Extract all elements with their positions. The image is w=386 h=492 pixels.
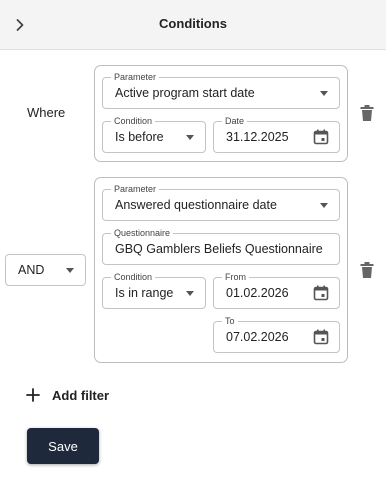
page-title: Conditions — [159, 16, 227, 31]
questionnaire-field[interactable]: Questionnaire GBQ Gamblers Beliefs Quest… — [102, 228, 340, 265]
from-date-field[interactable]: From 01.02.2026 — [213, 272, 340, 309]
dropdown-arrow-icon — [186, 291, 194, 296]
calendar-icon[interactable] — [312, 128, 330, 146]
condition-value: Is in range — [115, 286, 174, 300]
save-button[interactable]: Save — [27, 428, 99, 464]
date-value: 31.12.2025 — [226, 130, 289, 144]
condition-value: Is before — [115, 130, 164, 144]
delete-filter-1-icon[interactable] — [359, 104, 375, 122]
calendar-icon[interactable] — [312, 328, 330, 346]
where-label: Where — [27, 105, 66, 120]
parameter-select-1[interactable]: Parameter Active program start date — [102, 72, 340, 109]
operator-select[interactable]: AND — [5, 254, 86, 286]
add-filter-button[interactable]: Add filter — [25, 384, 109, 406]
filter-group-2: Parameter Answered questionnaire date Qu… — [94, 177, 348, 363]
conditions-header: Conditions — [0, 0, 386, 50]
add-filter-label: Add filter — [52, 387, 110, 403]
from-date-value: 01.02.2026 — [226, 286, 289, 300]
operator-value: AND — [18, 263, 45, 277]
parameter-select-2[interactable]: Parameter Answered questionnaire date — [102, 184, 340, 221]
parameter-value: Answered questionnaire date — [115, 198, 277, 212]
parameter-value: Active program start date — [115, 86, 255, 100]
plus-icon — [26, 388, 40, 402]
to-date-field[interactable]: To 07.02.2026 — [213, 316, 340, 353]
questionnaire-value: GBQ Gamblers Beliefs Questionnaire — [115, 242, 323, 256]
condition-select-1[interactable]: Condition Is before — [102, 116, 206, 153]
dropdown-arrow-icon — [186, 135, 194, 140]
dropdown-arrow-icon — [320, 91, 328, 96]
dropdown-arrow-icon — [66, 268, 74, 273]
filter-group-1: Parameter Active program start date Cond… — [94, 65, 348, 162]
dropdown-arrow-icon — [320, 203, 328, 208]
delete-filter-2-icon[interactable] — [359, 261, 375, 279]
calendar-icon[interactable] — [312, 284, 330, 302]
date-field[interactable]: Date 31.12.2025 — [213, 116, 340, 153]
condition-select-2[interactable]: Condition Is in range — [102, 272, 206, 309]
to-date-value: 07.02.2026 — [226, 330, 289, 344]
